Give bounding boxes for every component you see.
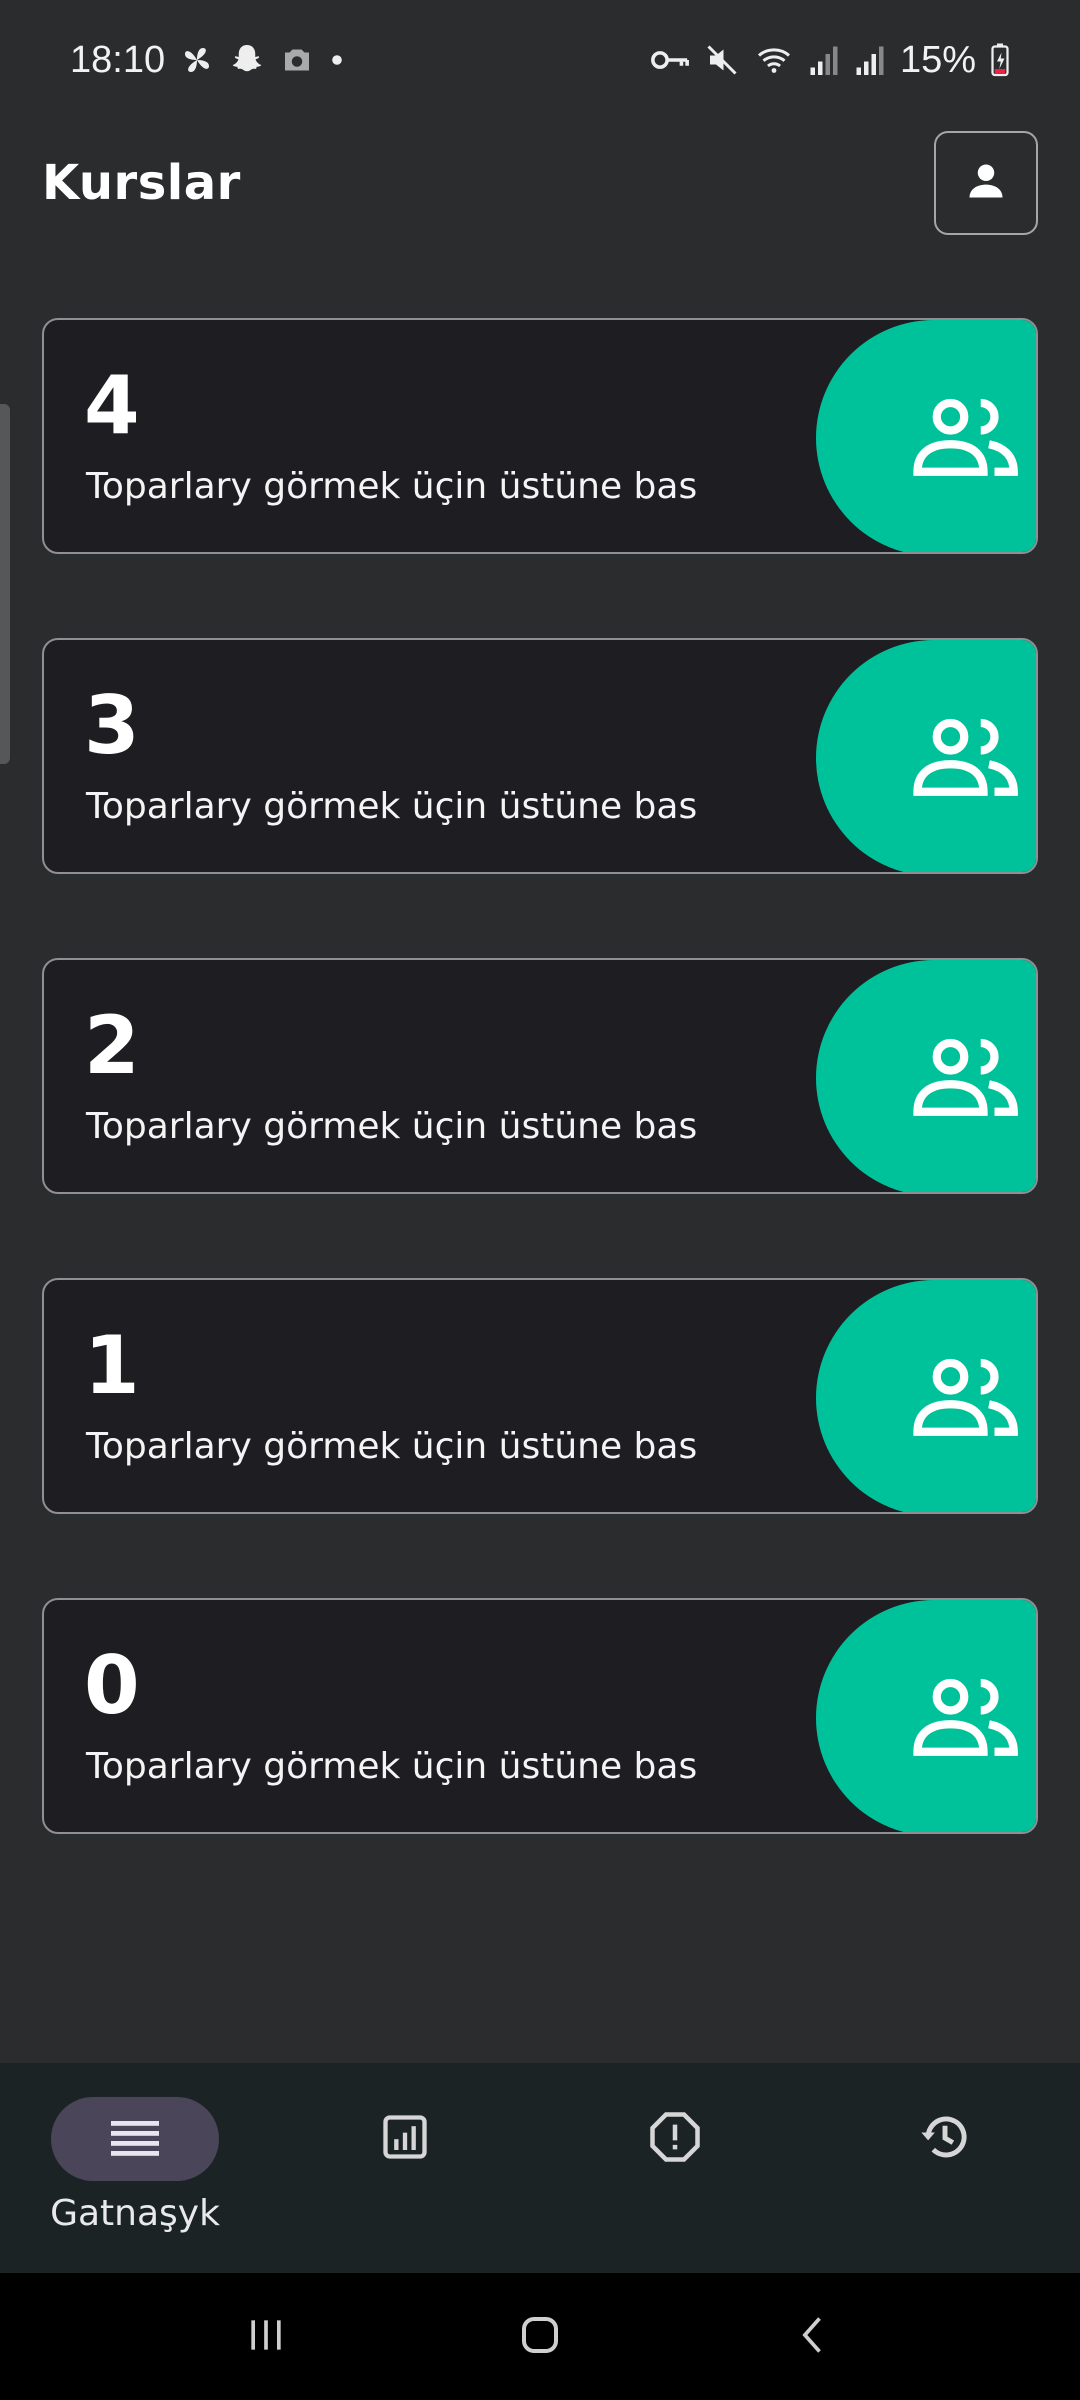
course-list: 4 Toparlary görmek üçin üstüne bas 3 Top… [42,318,1038,1918]
clock: 18:10 [70,38,166,81]
nav-item-history[interactable] [845,2097,1045,2181]
course-number: 0 [84,1639,140,1732]
chart-icon [379,2111,431,2167]
course-hint: Toparlary görmek üçin üstüne bas [86,1426,698,1467]
status-left: 18:10 [70,39,345,82]
course-badge [816,320,1036,552]
screen: 18:10 15% Kurslar 4 Toparlary görmek üçi… [0,0,1080,2400]
profile-button[interactable] [934,131,1038,235]
course-hint: Toparlary görmek üçin üstüne bas [86,786,698,827]
course-badge [816,640,1036,872]
groups-icon [912,711,1022,805]
course-badge [816,1600,1036,1832]
nav-item-gatnasyk[interactable]: Gatnaşyk [35,2097,235,2234]
key-icon [650,42,690,78]
course-card[interactable]: 2 Toparlary görmek üçin üstüne bas [42,958,1038,1194]
course-card[interactable]: 3 Toparlary görmek üçin üstüne bas [42,638,1038,874]
course-hint: Toparlary görmek üçin üstüne bas [86,1746,698,1787]
nav-pill [321,2097,489,2181]
signal-icon [854,42,886,78]
course-number: 1 [84,1319,140,1412]
snapchat-icon [229,42,265,78]
side-panel-handle[interactable] [0,404,10,764]
groups-icon [912,391,1022,485]
nav-item-statistics[interactable] [305,2097,505,2181]
pinwheel-icon [179,42,215,78]
course-number: 3 [84,679,140,772]
course-badge [816,960,1036,1192]
battery-charging-icon [990,42,1010,78]
course-card[interactable]: 4 Toparlary görmek üçin üstüne bas [42,318,1038,554]
groups-icon [912,1671,1022,1765]
nav-active-pill [51,2097,219,2181]
battery-text: 15% [899,38,976,81]
person-icon [964,159,1008,207]
nav-pill [591,2097,759,2181]
alert-icon [648,2110,702,2168]
status-bar: 18:10 15% [0,0,1080,120]
wifi-icon [754,42,794,78]
nav-item-alerts[interactable] [575,2097,775,2181]
nav-label: Gatnaşyk [50,2193,220,2234]
system-navigation-bar [0,2273,1080,2400]
page-title: Kurslar [42,155,241,211]
signal-icon [808,42,840,78]
groups-icon [912,1031,1022,1125]
course-hint: Toparlary görmek üçin üstüne bas [86,1106,698,1147]
course-card[interactable]: 0 Toparlary görmek üçin üstüne bas [42,1598,1038,1834]
status-right: 15% [650,39,1010,82]
dot-icon [329,52,345,68]
mute-icon [704,42,740,78]
bottom-navigation: Gatnaşyk [0,2063,1080,2273]
course-badge [816,1280,1036,1512]
recent-apps-icon[interactable] [244,2313,288,2361]
course-number: 4 [84,359,140,452]
app-header: Kurslar [0,128,1080,238]
list-icon [109,2117,161,2161]
course-card[interactable]: 1 Toparlary görmek üçin üstüne bas [42,1278,1038,1514]
camera-icon [279,42,315,78]
course-number: 2 [84,999,140,1092]
course-hint: Toparlary görmek üçin üstüne bas [86,466,698,507]
back-icon[interactable] [792,2311,836,2363]
history-icon [917,2110,973,2168]
groups-icon [912,1351,1022,1445]
home-icon[interactable] [516,2311,564,2363]
nav-pill [861,2097,1029,2181]
